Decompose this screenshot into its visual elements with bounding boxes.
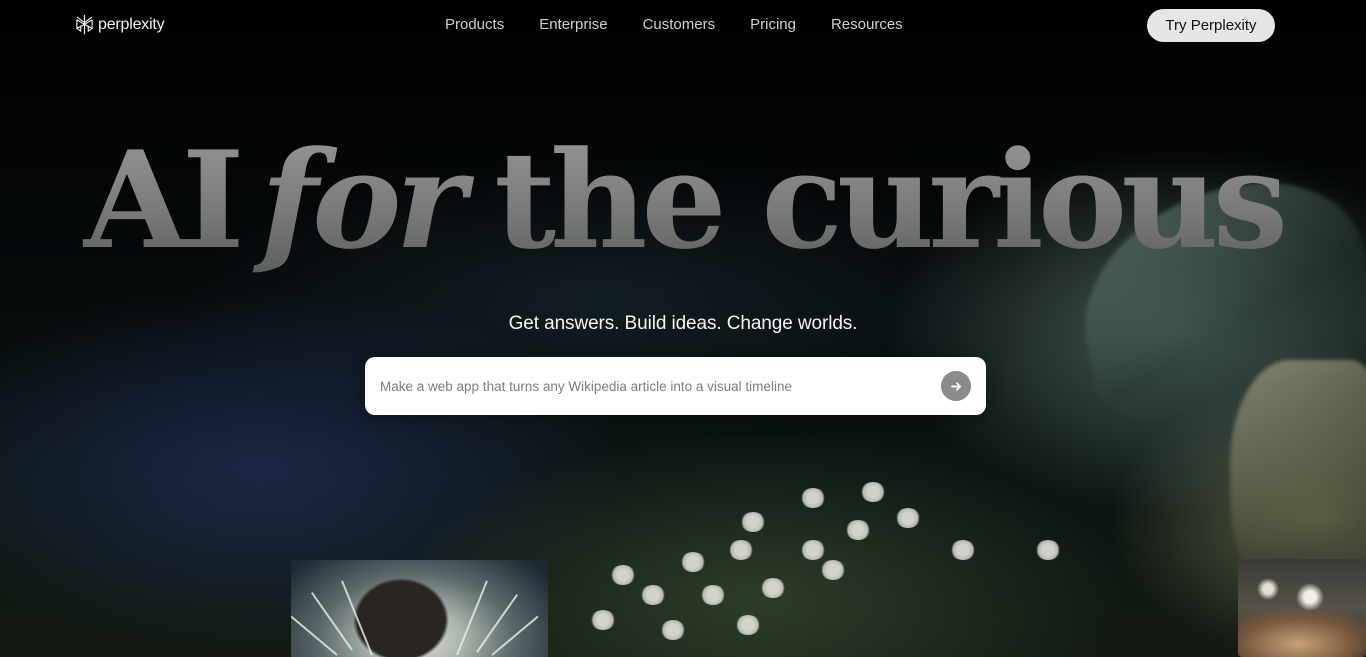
flower xyxy=(728,540,754,560)
flower xyxy=(590,610,616,630)
flower xyxy=(700,585,726,605)
flower xyxy=(680,552,706,572)
flower xyxy=(1035,540,1061,560)
hero-subtitle: Get answers. Build ideas. Change worlds. xyxy=(508,313,858,334)
brand-logo-link[interactable]: perplexity xyxy=(75,14,165,35)
flower xyxy=(740,512,766,532)
search-box xyxy=(365,357,986,415)
flower xyxy=(640,585,666,605)
nav-item-products[interactable]: Products xyxy=(445,16,504,34)
hero-headline: AI for the curious xyxy=(0,120,1366,280)
flower xyxy=(760,578,786,598)
submit-button[interactable] xyxy=(941,371,971,401)
flower xyxy=(820,560,846,580)
flower xyxy=(800,488,826,508)
flower xyxy=(610,565,636,585)
arrow-right-icon xyxy=(950,381,961,391)
perplexity-logo-icon xyxy=(76,14,93,34)
nav-item-enterprise[interactable]: Enterprise xyxy=(539,16,607,34)
nav-item-resources[interactable]: Resources xyxy=(831,16,903,34)
nav-item-pricing[interactable]: Pricing xyxy=(750,16,796,34)
flower xyxy=(660,620,686,640)
try-perplexity-button[interactable]: Try Perplexity xyxy=(1147,9,1275,42)
image-detail xyxy=(476,594,518,653)
flower xyxy=(735,615,761,635)
flower xyxy=(860,482,886,502)
headline-word-ai: AI xyxy=(83,121,239,279)
top-navigation: perplexity Products Enterprise Customers… xyxy=(0,0,1366,52)
flower xyxy=(895,508,921,528)
headline-words-the-curious: the curious xyxy=(494,121,1283,279)
brand-name: perplexity xyxy=(98,15,165,33)
image-detail xyxy=(311,592,353,651)
main-menu: Products Enterprise Customers Pricing Re… xyxy=(445,16,903,34)
showcase-image-card[interactable] xyxy=(291,560,548,657)
showcase-image-card-partial[interactable] xyxy=(1238,559,1366,657)
headline-word-for: for xyxy=(260,121,461,279)
nav-item-customers[interactable]: Customers xyxy=(643,16,716,34)
flower xyxy=(845,520,871,540)
search-input[interactable] xyxy=(380,357,930,415)
flower xyxy=(950,540,976,560)
flower xyxy=(800,540,826,560)
